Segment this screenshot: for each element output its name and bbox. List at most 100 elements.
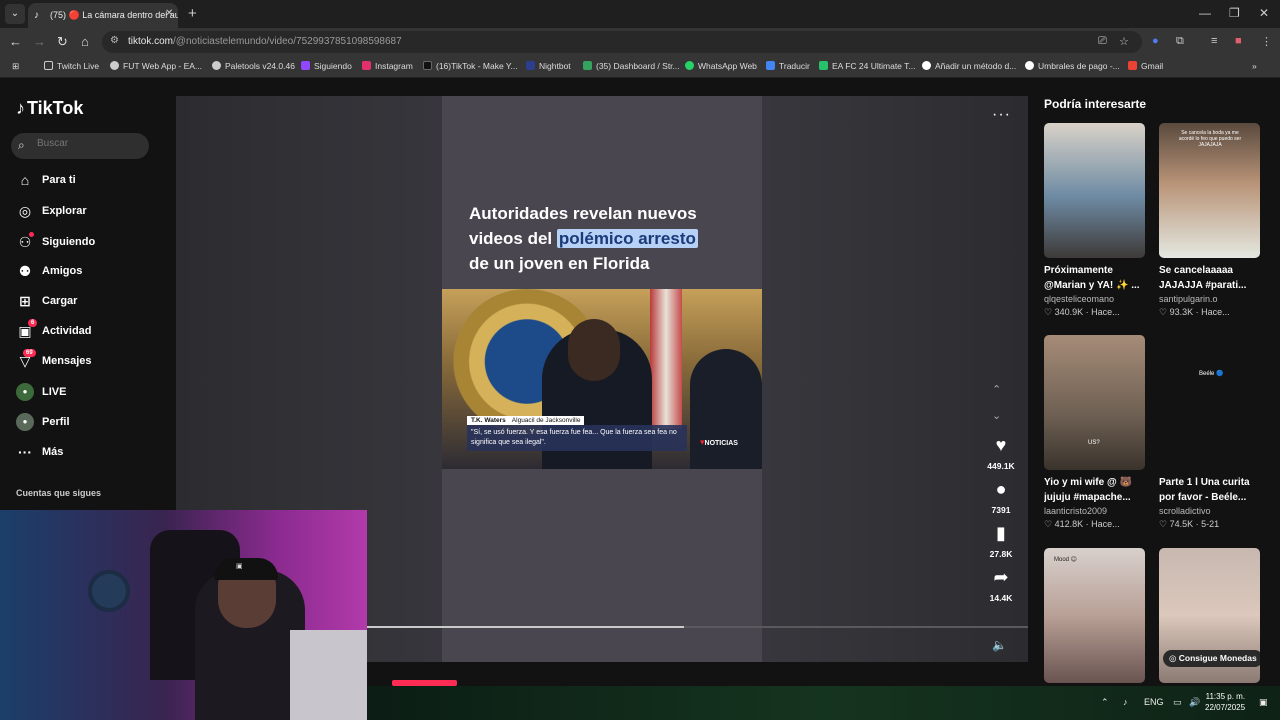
nav-live[interactable]: ● LIVE: [16, 382, 166, 404]
bookmark-item[interactable]: Instagram: [362, 61, 413, 71]
nav-perfil[interactable]: ● Perfil: [16, 412, 166, 434]
bookmark-item[interactable]: (16)TikTok - Make Y...: [423, 61, 518, 71]
cap-image: [214, 558, 278, 580]
recommended-card[interactable]: US? Yio y mi wife @ 🐻 jujuju #mapache...…: [1044, 335, 1145, 530]
taskbar-clock[interactable]: 11:35 p. m. 22/07/2025: [1205, 691, 1245, 713]
recommended-thumbnail[interactable]: Beéle 🔵: [1159, 335, 1260, 470]
officer-image: [690, 349, 762, 469]
recommended-username[interactable]: laanticristo2009: [1044, 506, 1145, 516]
share-button[interactable]: ➦ 14.4K: [976, 566, 1026, 606]
video-progress-bar[interactable]: [366, 626, 1028, 628]
new-tab-button[interactable]: +: [188, 5, 197, 22]
notifications-icon[interactable]: ▣: [1259, 697, 1268, 708]
site-info-icon[interactable]: ⚙: [110, 35, 119, 46]
bookmark-item[interactable]: Umbrales de pago -...: [1025, 61, 1120, 71]
previous-video-icon[interactable]: ⌃: [992, 383, 1001, 396]
tray-overflow-icon[interactable]: ⌃: [1101, 697, 1109, 708]
next-video-icon[interactable]: ⌄: [992, 409, 1001, 422]
recommended-thumbnail[interactable]: ◎ Consigue Monedas: [1159, 548, 1260, 683]
bookmark-star-icon[interactable]: ☆: [1119, 35, 1129, 48]
network-icon[interactable]: ▭: [1173, 697, 1182, 708]
profile-icon: ●: [16, 413, 34, 431]
recommended-thumbnail[interactable]: [1044, 123, 1145, 258]
restore-button[interactable]: ❐: [1229, 6, 1240, 20]
browser-tab-bar: ⌄ ♪ (75) 🔴 La cámara dentro del au ✕ + —…: [0, 0, 1280, 28]
install-app-icon[interactable]: ⎚: [1098, 35, 1107, 48]
windows-taskbar: ⌃ ♪ ENG ▭ 🔊 11:35 p. m. 22/07/2025 ▣: [367, 686, 1280, 720]
nav-mensajes[interactable]: ▽ 69 Mensajes: [16, 349, 166, 373]
recommended-thumbnail[interactable]: Se cancela la boda ya me acordé lo feo q…: [1159, 123, 1260, 258]
bookmark-item[interactable]: Nightbot: [526, 61, 571, 71]
browser-menu-icon[interactable]: ⋮: [1261, 35, 1272, 48]
recommended-thumbnail[interactable]: US?: [1044, 335, 1145, 470]
bookmark-item[interactable]: Gmail: [1128, 61, 1163, 71]
tab-close-button[interactable]: ✕: [165, 8, 173, 19]
recommended-card[interactable]: Mood 😊: [1044, 548, 1145, 683]
nav-actividad[interactable]: ▣ 6 Actividad: [16, 319, 166, 343]
recommended-username[interactable]: santipulgarin.o: [1159, 294, 1260, 304]
extension-icon[interactable]: ●: [1152, 35, 1159, 47]
bookmarks-bar: ⊞ Twitch Live FUT Web App - EA... Paleto…: [0, 56, 1280, 78]
apps-grid-icon[interactable]: ⊞: [12, 61, 19, 72]
comment-button[interactable]: ● 7391: [976, 478, 1026, 518]
video-frame[interactable]: Autoridades revelan nuevos videos del po…: [442, 96, 762, 662]
address-toolbar: ← → ↻ ⌂ ⚙ tiktok.com/@noticiastelemundo/…: [0, 28, 1280, 56]
recommended-card[interactable]: Próximamente @Marian y YA! ✨ ... qlqeste…: [1044, 123, 1145, 318]
search-input[interactable]: [37, 138, 142, 149]
volume-icon[interactable]: 🔈: [992, 638, 1007, 652]
speaker-icon[interactable]: 🔊: [1189, 697, 1200, 708]
nav-amigos[interactable]: ⚉ Amigos: [16, 261, 166, 283]
window-close-button[interactable]: ✕: [1259, 6, 1269, 20]
back-arrow-icon[interactable]: ←: [9, 34, 22, 49]
minimize-button[interactable]: —: [1199, 6, 1211, 20]
more-options-icon[interactable]: ···: [992, 106, 1011, 124]
home-browser-icon[interactable]: ⌂: [81, 34, 89, 49]
friends-icon: ⚉: [18, 263, 32, 279]
bookmark-icon: ▮: [996, 523, 1006, 543]
extensions-puzzle-icon[interactable]: ⧉: [1176, 35, 1184, 48]
reload-icon[interactable]: ↻: [57, 34, 68, 50]
like-button[interactable]: ♥ 449.1K: [976, 434, 1026, 474]
share-arrow-icon: ➦: [993, 567, 1009, 587]
bookmark-item[interactable]: Traducir: [766, 61, 810, 71]
bookmark-item[interactable]: Paletools v24.0.46: [212, 61, 295, 71]
search-box[interactable]: ⌕: [11, 133, 149, 159]
tab-search-button[interactable]: ⌄: [5, 4, 25, 24]
comment-icon: ●: [995, 479, 1007, 499]
recommended-card[interactable]: Beéle 🔵 Parte 1 l Una curita por favor -…: [1159, 335, 1260, 530]
bookmark-item[interactable]: Añadir un método d...: [922, 61, 1016, 71]
forward-arrow-icon[interactable]: →: [33, 34, 46, 49]
reading-list-icon[interactable]: ≡: [1211, 35, 1217, 47]
bookmark-item[interactable]: (35) Dashboard / Str...: [583, 61, 680, 71]
bookmark-item[interactable]: Twitch Live: [44, 61, 99, 71]
tiktok-favicon-icon: ♪: [34, 10, 39, 21]
active-tab[interactable]: ♪ (75) 🔴 La cámara dentro del au: [28, 3, 178, 28]
nav-explorar[interactable]: ◎ Explorar: [16, 201, 166, 223]
recommended-card[interactable]: Se cancela la boda ya me acordé lo feo q…: [1159, 123, 1260, 318]
upload-icon: ⊞: [19, 293, 31, 309]
bookmark-item[interactable]: EA FC 24 Ultimate T...: [819, 61, 915, 71]
tiktok-logo[interactable]: ♪ TikTok: [16, 98, 83, 119]
coin-icon: ◎: [1169, 653, 1179, 663]
language-indicator[interactable]: ENG: [1144, 697, 1164, 707]
nav-mas[interactable]: ··· Más: [16, 442, 166, 464]
lower-third-quote: "Sí, se usó fuerza. Y esa fuerza fue fea…: [467, 425, 687, 451]
bookmark-item[interactable]: WhatsApp Web: [685, 61, 757, 71]
recommended-thumbnail[interactable]: Mood 😊: [1044, 548, 1145, 683]
bookmark-item[interactable]: FUT Web App - EA...: [110, 61, 202, 71]
video-headline: Autoridades revelan nuevos videos del po…: [469, 204, 698, 273]
bookmark-item[interactable]: Siguiendo: [301, 61, 352, 71]
url-bar[interactable]: ⚙ tiktok.com/@noticiastelemundo/video/75…: [102, 31, 1142, 53]
microphone-icon[interactable]: ♪: [1123, 697, 1128, 707]
save-button[interactable]: ▮ 27.8K: [976, 522, 1026, 562]
webcam-overlay: ▣: [0, 510, 367, 720]
nav-cargar[interactable]: ⊞ Cargar: [16, 291, 166, 313]
nav-siguiendo[interactable]: ⚇ Siguiendo: [16, 232, 166, 254]
recommended-username[interactable]: scrolladictivo: [1159, 506, 1260, 516]
recommended-username[interactable]: qlqesteliceomano: [1044, 294, 1145, 304]
recommended-card[interactable]: ◎ Consigue Monedas: [1159, 548, 1260, 683]
profile-avatar-icon[interactable]: ■: [1235, 35, 1242, 47]
bookmarks-overflow-icon[interactable]: »: [1252, 61, 1257, 71]
nav-para-ti[interactable]: ⌂ Para ti: [16, 170, 166, 192]
get-coins-button[interactable]: ◎ Consigue Monedas: [1163, 650, 1260, 667]
